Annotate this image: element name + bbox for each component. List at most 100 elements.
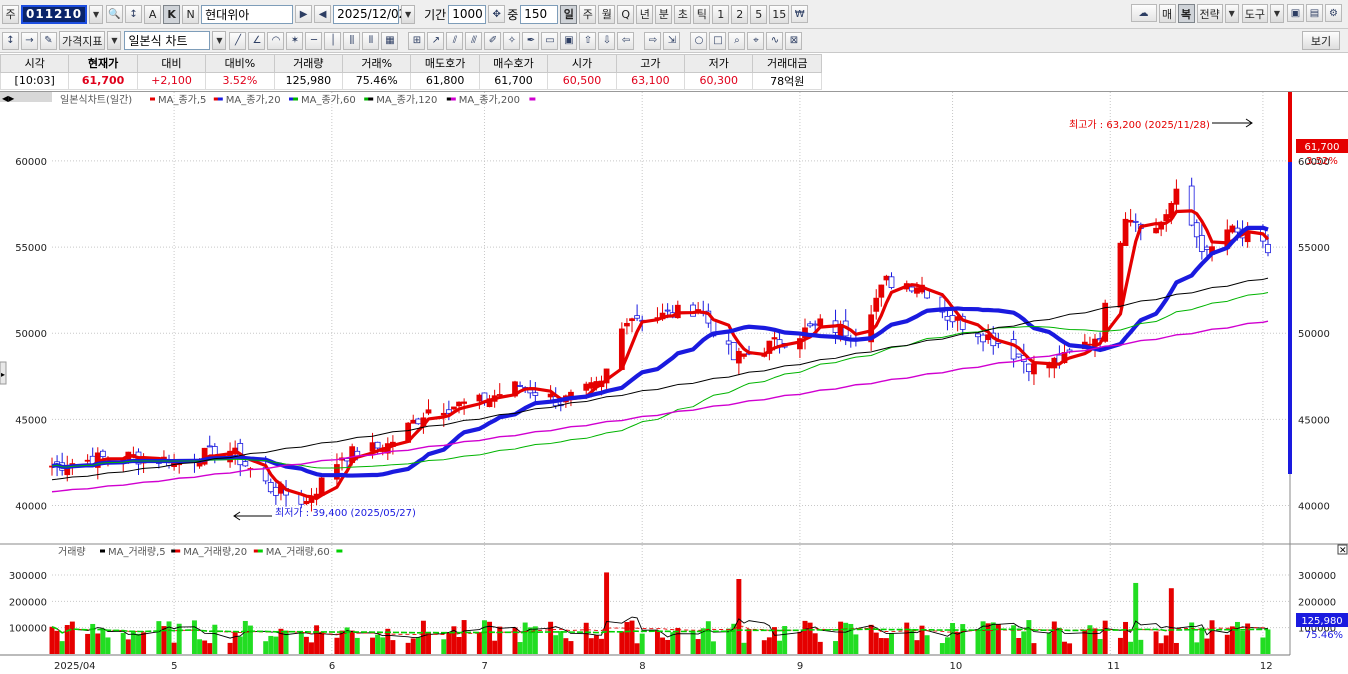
cloud-icon[interactable]: ☁ <box>1130 4 1157 22</box>
arrow-right-icon[interactable]: ⇨ <box>644 31 662 50</box>
fibonacci-icon[interactable]: ⫴ <box>362 31 380 50</box>
high-price-annotation: 최고가 : 63,200 (2025/11/28) <box>1069 119 1210 131</box>
arrow-left-icon[interactable]: ⇦ <box>617 31 635 50</box>
channel-icon[interactable]: ⫽ <box>446 31 464 50</box>
vertical-line-icon[interactable]: │ <box>324 31 342 50</box>
chart-type-select[interactable]: 일본식 차트 <box>124 31 211 50</box>
save-icon[interactable]: ▤ <box>1306 4 1323 22</box>
arrow-right-icon[interactable]: → <box>21 31 38 50</box>
close-icon[interactable]: ✕ <box>1339 546 1347 556</box>
pen-icon[interactable]: ✐ <box>484 31 502 50</box>
period-button-1[interactable]: 주 <box>579 4 597 24</box>
button-bok[interactable]: 복 <box>1177 4 1195 23</box>
volume-bar <box>1163 635 1169 654</box>
move-icon[interactable]: ✥ <box>488 5 506 23</box>
period-button-5[interactable]: 분 <box>655 4 673 24</box>
candle-body <box>1229 225 1236 233</box>
period-button-9[interactable]: 2 <box>731 4 749 24</box>
count-input[interactable]: 150 <box>520 4 559 24</box>
stock-code-dropdown-icon[interactable]: ▼ <box>89 4 104 24</box>
quote-header-10: 저가 <box>684 54 754 73</box>
candle-body <box>1204 246 1210 250</box>
period-button-7[interactable]: 틱 <box>693 4 711 24</box>
akn-button-k[interactable]: K <box>163 4 181 24</box>
chart-canvas[interactable]: 60000 6000055000 5500050000 5000045000 45000… <box>0 92 1348 674</box>
left-expand-arrow-icon[interactable]: ▸ <box>1 370 5 379</box>
crosshair-icon[interactable]: ⌖ <box>747 31 765 50</box>
arrow-up-down-icon[interactable]: ↕ <box>2 31 19 50</box>
stock-name-field[interactable]: 현대위아 <box>201 4 294 24</box>
export-icon[interactable]: ⇲ <box>663 31 681 50</box>
period-button-3[interactable]: Q <box>617 4 635 24</box>
arc-tool-icon[interactable]: ◠ <box>267 31 285 50</box>
strategy-dropdown-icon[interactable]: ▼ <box>1224 4 1239 23</box>
volume-bar <box>95 633 101 654</box>
play-forward-icon[interactable]: ▶ <box>295 5 313 23</box>
circle-icon[interactable]: ○ <box>690 31 708 50</box>
volume-bar <box>665 639 671 654</box>
volume-bar <box>654 630 660 654</box>
panel-scroll-arrows-icon[interactable]: ◀▶ <box>2 94 15 103</box>
wave-icon[interactable]: ∿ <box>766 31 784 50</box>
volume-bar <box>446 632 452 654</box>
period-button-2[interactable]: 월 <box>598 4 616 24</box>
cycle-lines-icon[interactable]: ⫼ <box>343 31 361 50</box>
arrow-down-icon[interactable]: ⇩ <box>598 31 616 50</box>
trend-icon[interactable]: ↗ <box>427 31 445 50</box>
magic-icon[interactable]: ✧ <box>503 31 521 50</box>
rect-icon[interactable]: □ <box>709 31 727 50</box>
volume-bar <box>761 640 767 654</box>
period-button-8[interactable]: 1 <box>712 4 730 24</box>
indicator-dropdown-icon[interactable]: ▼ <box>107 31 122 50</box>
brush-icon[interactable]: ✒ <box>522 31 540 50</box>
volume-bar <box>741 642 747 654</box>
angle-tool-icon[interactable]: ∠ <box>248 31 266 50</box>
period-button-11[interactable]: 15 <box>769 4 790 24</box>
drawing-tools: ╱ ∠ ◠ ✶ ─ │ ⫼ ⫴ ▦ ⊞ ↗ ⫽ ⫻ ✐ ✧ ✒ ▭ ▣ ⇧ ⇩ ⇦ ⇨ ⇲ ○ □ ⌕ ⌖ ∿ ⊠ <box>229 31 804 50</box>
currency-icon[interactable]: ₩ <box>791 5 809 23</box>
date-input[interactable]: 2025/12/02 <box>333 4 406 24</box>
period-button-4[interactable]: 년 <box>636 4 654 24</box>
horizontal-line-icon[interactable]: ─ <box>305 31 323 50</box>
candle-body <box>817 318 824 327</box>
gann-icon[interactable]: ⊞ <box>408 31 426 50</box>
tools-dropdown-icon[interactable]: ▼ <box>1270 4 1284 23</box>
period-input[interactable]: 1000 <box>448 4 487 24</box>
stock-code-input[interactable]: 011210 <box>21 4 88 24</box>
volume-bar <box>873 632 879 654</box>
volume-bar <box>1016 637 1022 654</box>
image-icon[interactable]: ▣ <box>560 31 578 50</box>
tools-button[interactable]: 도구 <box>1241 4 1268 23</box>
strategy-button[interactable]: 전략 <box>1196 4 1223 23</box>
indicator-button[interactable]: 가격지표 <box>59 31 106 50</box>
period-button-0[interactable]: 일 <box>560 4 578 24</box>
play-back-icon[interactable]: ◀ <box>314 5 332 23</box>
market-select[interactable]: 주 <box>2 4 19 24</box>
akn-button-a[interactable]: A <box>144 4 162 24</box>
chart-type-dropdown-icon[interactable]: ▼ <box>212 31 227 50</box>
delete-icon[interactable]: ⊠ <box>785 31 803 50</box>
note-icon[interactable]: ▭ <box>541 31 559 50</box>
period-button-6[interactable]: 초 <box>674 4 692 24</box>
button-mae[interactable]: 매 <box>1158 4 1176 23</box>
akn-button-n[interactable]: N <box>182 4 200 24</box>
folder-icon[interactable]: ▣ <box>1287 4 1304 22</box>
line-tool-icon[interactable]: ╱ <box>229 31 247 50</box>
candle-body <box>883 275 890 281</box>
parallel-icon[interactable]: ⫻ <box>465 31 483 50</box>
wrench-icon[interactable]: ⚙ <box>1325 4 1342 22</box>
price-legend-title: 일본식차트(일간) <box>60 94 132 106</box>
table-icon[interactable]: ▦ <box>381 31 399 50</box>
arrow-up-icon[interactable]: ⇧ <box>579 31 597 50</box>
view-button[interactable]: 보기 <box>1302 31 1340 50</box>
candle-body <box>1031 363 1037 375</box>
zoom-icon[interactable]: ⌕ <box>728 31 746 50</box>
fan-tool-icon[interactable]: ✶ <box>286 31 304 50</box>
edit-icon[interactable]: ✎ <box>40 31 57 50</box>
period-button-10[interactable]: 5 <box>750 4 768 24</box>
price-tick-left-4: 40000 <box>15 502 47 513</box>
date-dropdown-icon[interactable]: ▼ <box>401 4 416 24</box>
search-icon[interactable]: 🔍 <box>106 5 124 23</box>
sort-icon[interactable]: ↕ <box>125 5 143 23</box>
candle-body <box>1122 218 1129 246</box>
